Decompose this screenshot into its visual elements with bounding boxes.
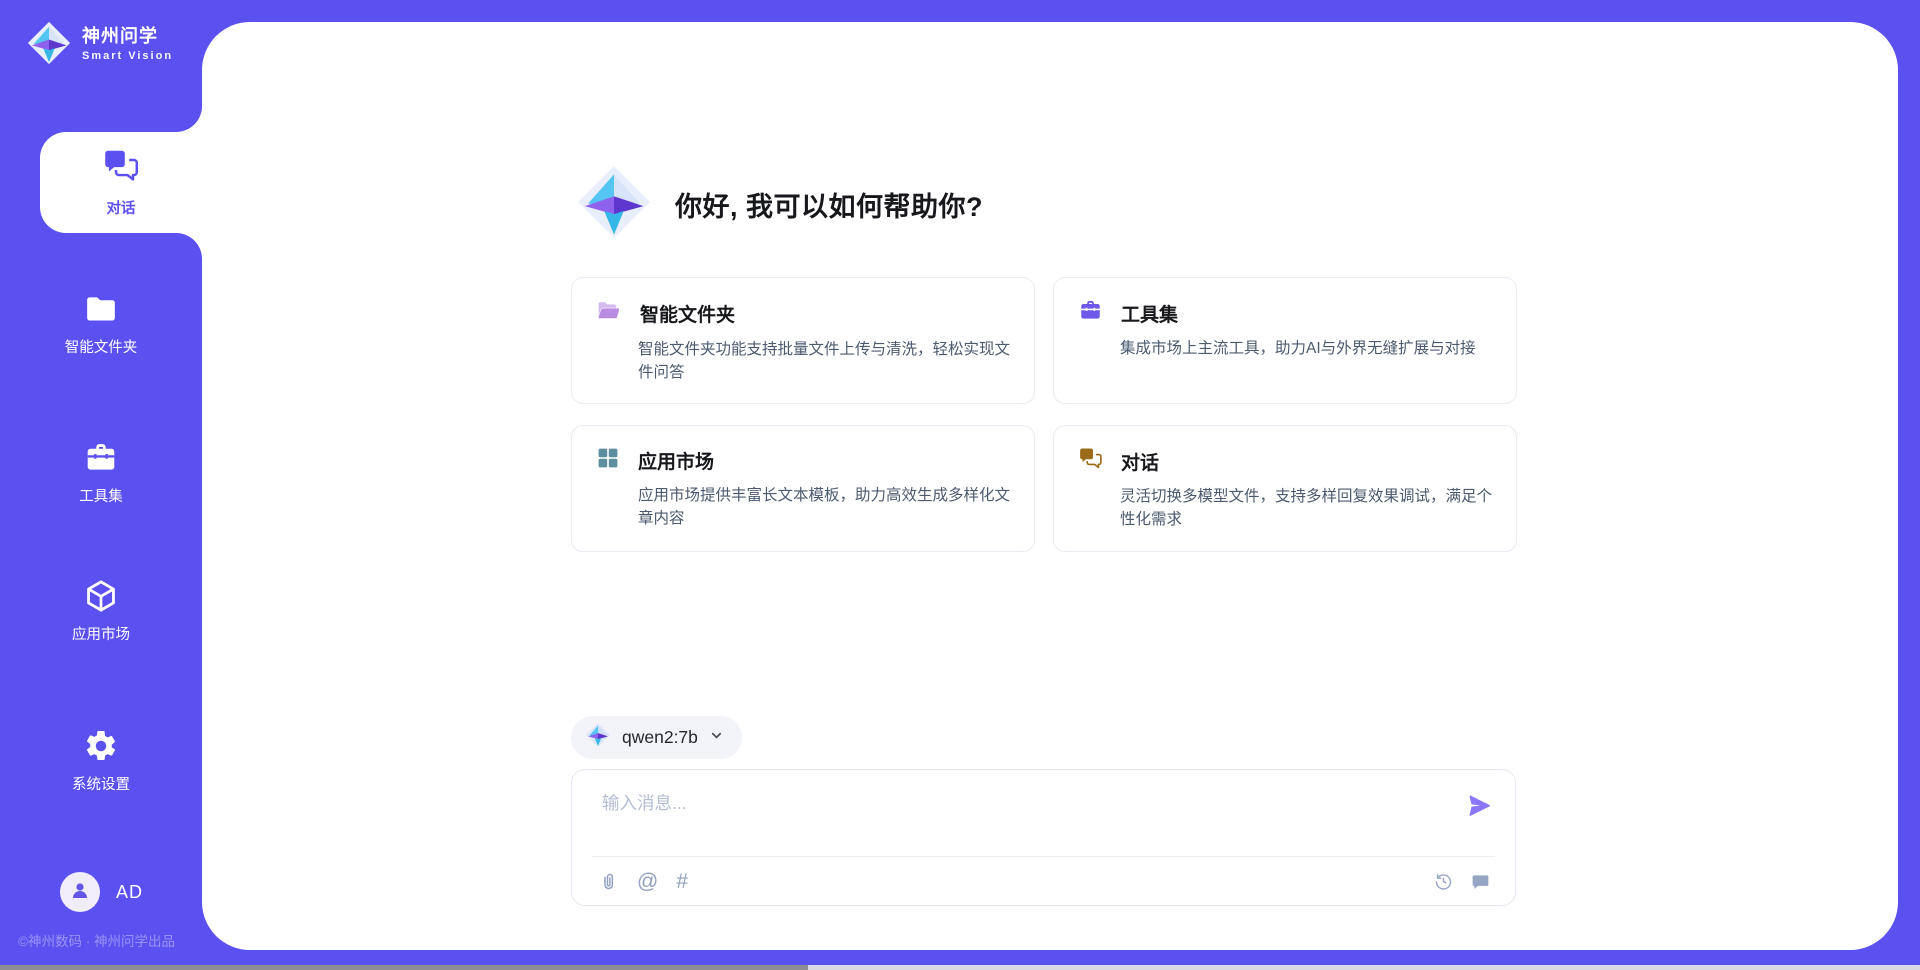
sidebar-footer: ©神州数码 · 神州问学出品: [18, 930, 175, 950]
sidebar-item-label: 智能文件夹: [0, 336, 202, 357]
sidebar-item-app-market[interactable]: 应用市场: [0, 578, 202, 644]
briefcase-icon: [0, 440, 202, 476]
diamond-logo-icon: [585, 722, 611, 753]
main-panel: 你好, 我可以如何帮助你? 智能文件夹 智能文件夹功能支持批量文件上传与清洗，轻…: [202, 22, 1898, 950]
model-name: qwen2:7b: [622, 727, 698, 748]
at-sign-icon[interactable]: @: [637, 872, 658, 892]
greeting-block: 你好, 我可以如何帮助你?: [575, 163, 983, 246]
sidebar-item-settings[interactable]: 系统设置: [0, 728, 202, 794]
history-icon[interactable]: [1433, 871, 1454, 892]
folder-icon: [0, 291, 202, 327]
sidebar-item-toolset[interactable]: 工具集: [0, 440, 202, 506]
diamond-logo-icon: [575, 163, 653, 246]
feature-cards: 智能文件夹 智能文件夹功能支持批量文件上传与清洗，轻松实现文件问答 工具集 集成…: [571, 277, 1517, 552]
card-description: 智能文件夹功能支持批量文件上传与清洗，轻松实现文件问答: [638, 338, 1010, 385]
horizontal-scrollbar-thumb[interactable]: [0, 965, 808, 970]
sidebar: 神州问学 Smart Vision 对话 智能文件夹: [0, 0, 202, 970]
message-input[interactable]: [602, 790, 1442, 848]
sidebar-item-label: 应用市场: [0, 623, 202, 644]
horizontal-scrollbar-track: [0, 965, 1920, 970]
brand-name: 神州问学: [82, 26, 158, 46]
sidebar-item-smart-folder[interactable]: 智能文件夹: [0, 291, 202, 357]
card-chat[interactable]: 对话 灵活切换多模型文件，支持多样回复效果调试，满足个性化需求: [1053, 425, 1517, 552]
user-profile[interactable]: AD: [60, 872, 143, 912]
avatar: [60, 872, 100, 912]
sidebar-item-label: 工具集: [0, 485, 202, 506]
brand-subtitle: Smart Vision: [82, 50, 173, 62]
brand-logo: 神州问学 Smart Vision: [26, 20, 202, 71]
card-app-market[interactable]: 应用市场 应用市场提供丰富长文本模板，助力高效生成多样化文章内容: [571, 425, 1035, 552]
card-description: 应用市场提供丰富长文本模板，助力高效生成多样化文章内容: [638, 484, 1010, 531]
gear-icon: [0, 728, 202, 764]
card-title: 应用市场: [638, 447, 714, 474]
card-title: 工具集: [1121, 300, 1178, 327]
greeting-text: 你好, 我可以如何帮助你?: [675, 185, 983, 224]
card-description: 灵活切换多模型文件，支持多样回复效果调试，满足个性化需求: [1120, 485, 1492, 532]
chevron-down-icon: [709, 728, 724, 748]
comment-icon[interactable]: [1470, 871, 1491, 892]
chat-bubbles-icon: [1078, 446, 1103, 476]
paperclip-icon[interactable]: [598, 871, 619, 892]
message-composer: @ #: [571, 769, 1516, 906]
user-name: AD: [116, 882, 143, 903]
sidebar-item-label: 对话: [107, 197, 136, 218]
send-icon[interactable]: [1466, 792, 1493, 824]
tab-curve-bottom: [176, 233, 202, 259]
tab-curve-top: [176, 106, 202, 132]
sidebar-item-chat[interactable]: 对话: [40, 132, 202, 233]
grid-icon: [596, 446, 620, 475]
card-smart-folder[interactable]: 智能文件夹 智能文件夹功能支持批量文件上传与清洗，轻松实现文件问答: [571, 277, 1035, 404]
model-selector[interactable]: qwen2:7b: [571, 716, 742, 759]
sidebar-item-label: 系统设置: [0, 773, 202, 794]
hash-icon[interactable]: #: [676, 872, 688, 892]
card-description: 集成市场上主流工具，助力AI与外界无缝扩展与对接: [1120, 337, 1492, 360]
chat-bubbles-icon: [102, 147, 140, 190]
folder-open-icon: [596, 298, 622, 329]
cube-icon: [0, 578, 202, 614]
card-title: 智能文件夹: [640, 300, 735, 327]
composer-divider: [592, 856, 1495, 857]
diamond-logo-icon: [26, 20, 72, 71]
person-icon: [68, 878, 92, 907]
briefcase-icon: [1078, 298, 1103, 328]
card-title: 对话: [1121, 448, 1159, 475]
card-toolset[interactable]: 工具集 集成市场上主流工具，助力AI与外界无缝扩展与对接: [1053, 277, 1517, 404]
